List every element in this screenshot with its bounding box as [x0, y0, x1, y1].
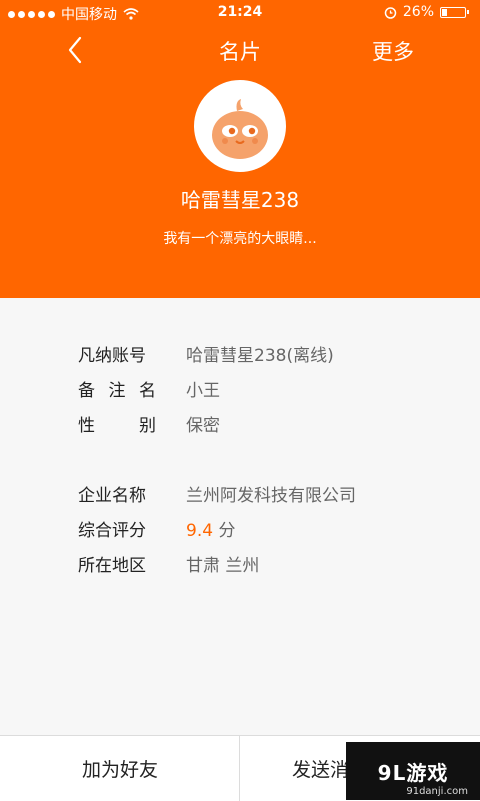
- gender-row: 性 别 保密: [78, 408, 220, 438]
- more-button[interactable]: 更多: [372, 36, 414, 66]
- bird-avatar-icon: [197, 83, 283, 169]
- rating-score: 9.4: [186, 520, 214, 541]
- avatar[interactable]: [194, 80, 286, 172]
- remark-row: 备 注 名 小王: [78, 373, 220, 403]
- account-row: 凡纳账号 哈雷彗星238(离线): [78, 338, 334, 368]
- region-value: 甘肃 兰州: [186, 555, 260, 576]
- watermark-logo: 9L游戏: [377, 760, 449, 785]
- profile-name: 哈雷彗星238: [180, 188, 300, 212]
- battery-icon: [440, 6, 469, 18]
- remark-label: 备 注 名: [78, 380, 156, 401]
- rating-unit: 分: [218, 520, 236, 541]
- remark-value: 小王: [186, 380, 220, 401]
- gender-value: 保密: [186, 415, 220, 436]
- profile-header: 中国移动 21:24 26% 名片 更多 哈雷彗星238 我有一个漂亮的大眼睛.…: [0, 0, 480, 298]
- back-button[interactable]: [60, 34, 92, 66]
- company-label: 企业名称: [78, 485, 146, 506]
- add-friend-button[interactable]: 加为好友: [0, 736, 240, 801]
- rating-label: 综合评分: [78, 520, 146, 541]
- rating-value-group: 9.4 分: [186, 516, 235, 541]
- nav-bar: 名片 更多: [0, 30, 480, 70]
- company-link[interactable]: 兰州阿发科技有限公司: [186, 481, 356, 506]
- status-bar: 中国移动 21:24 26%: [0, 0, 480, 26]
- battery-area: 26%: [384, 4, 469, 20]
- rating-row: 综合评分 9.4 分: [78, 513, 235, 543]
- watermark-domain: 91danji.com: [406, 786, 468, 797]
- account-value: 哈雷彗星238(离线): [186, 345, 334, 366]
- region-row: 所在地区 甘肃 兰州: [78, 548, 259, 578]
- gender-label: 性 别: [78, 415, 156, 436]
- region-label: 所在地区: [78, 555, 146, 576]
- alarm-icon: [384, 6, 397, 19]
- site-watermark: 9L游戏 91danji.com: [346, 742, 480, 800]
- company-row: 企业名称 兰州阿发科技有限公司: [78, 478, 356, 508]
- battery-percent: 26%: [402, 4, 434, 20]
- profile-signature: 我有一个漂亮的大眼睛...: [163, 231, 317, 247]
- chevron-left-icon: [68, 36, 82, 64]
- account-label: 凡纳账号: [78, 345, 146, 366]
